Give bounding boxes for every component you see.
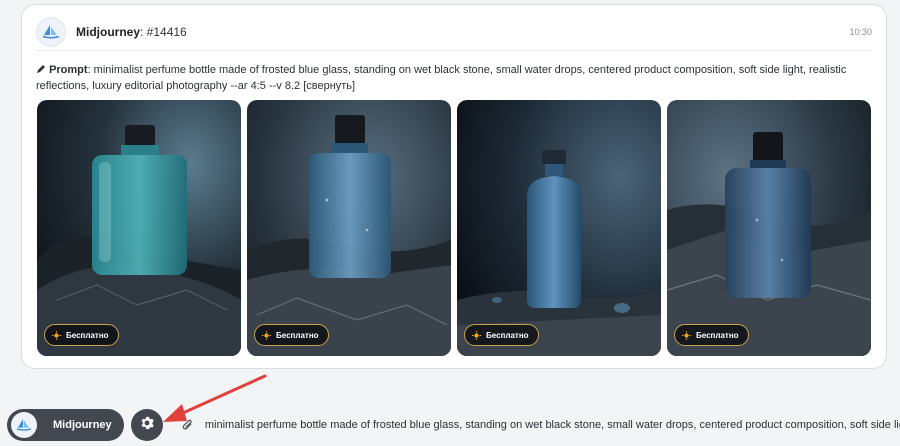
sailboat-logo-icon bbox=[36, 16, 66, 47]
image-perfume-4[interactable]: Бесплатно bbox=[667, 100, 871, 356]
free-badge: Бесплатно bbox=[674, 324, 749, 346]
message-card: Midjourney : #14416 10:30 Prompt: minima… bbox=[21, 4, 887, 369]
free-badge: Бесплатно bbox=[464, 324, 539, 346]
badge-label: Бесплатно bbox=[66, 330, 109, 340]
model-selector-button[interactable]: Midjourney bbox=[7, 409, 124, 441]
prompt-label: Prompt bbox=[49, 64, 88, 76]
sailboat-logo-icon bbox=[11, 412, 37, 438]
prompt-input[interactable] bbox=[204, 419, 900, 431]
bot-name: Midjourney bbox=[76, 24, 141, 39]
settings-button[interactable] bbox=[131, 409, 163, 441]
message-header: Midjourney : #14416 10:30 bbox=[36, 13, 872, 51]
collapse-link[interactable]: [свернуть] bbox=[303, 80, 355, 92]
sun-icon bbox=[52, 330, 61, 340]
message-time: 10:30 bbox=[849, 26, 872, 37]
badge-label: Бесплатно bbox=[696, 330, 739, 340]
image-perfume-3[interactable]: Бесплатно bbox=[457, 100, 661, 356]
settings-icon bbox=[140, 416, 154, 435]
image-grid: Бесплатно Бесплатно Бесплатно Бесплатно bbox=[37, 100, 873, 356]
pencil-icon bbox=[36, 64, 49, 76]
badge-label: Бесплатно bbox=[486, 330, 529, 340]
sun-icon bbox=[262, 330, 271, 340]
prompt-input-box[interactable] bbox=[171, 410, 900, 440]
prompt-text: : minimalist perfume bottle made of fros… bbox=[36, 64, 847, 92]
sun-icon bbox=[472, 330, 481, 340]
image-perfume-1[interactable]: Бесплатно bbox=[37, 100, 241, 356]
image-perfume-2[interactable]: Бесплатно bbox=[247, 100, 451, 356]
paperclip-icon[interactable] bbox=[179, 416, 197, 434]
prompt-block: Prompt: minimalist perfume bottle made o… bbox=[36, 62, 872, 94]
free-badge: Бесплатно bbox=[44, 324, 119, 346]
badge-label: Бесплатно bbox=[276, 330, 319, 340]
model-label: Midjourney bbox=[53, 419, 112, 431]
free-badge: Бесплатно bbox=[254, 324, 329, 346]
message-number: : #14416 bbox=[140, 24, 187, 39]
sun-icon bbox=[682, 330, 691, 340]
